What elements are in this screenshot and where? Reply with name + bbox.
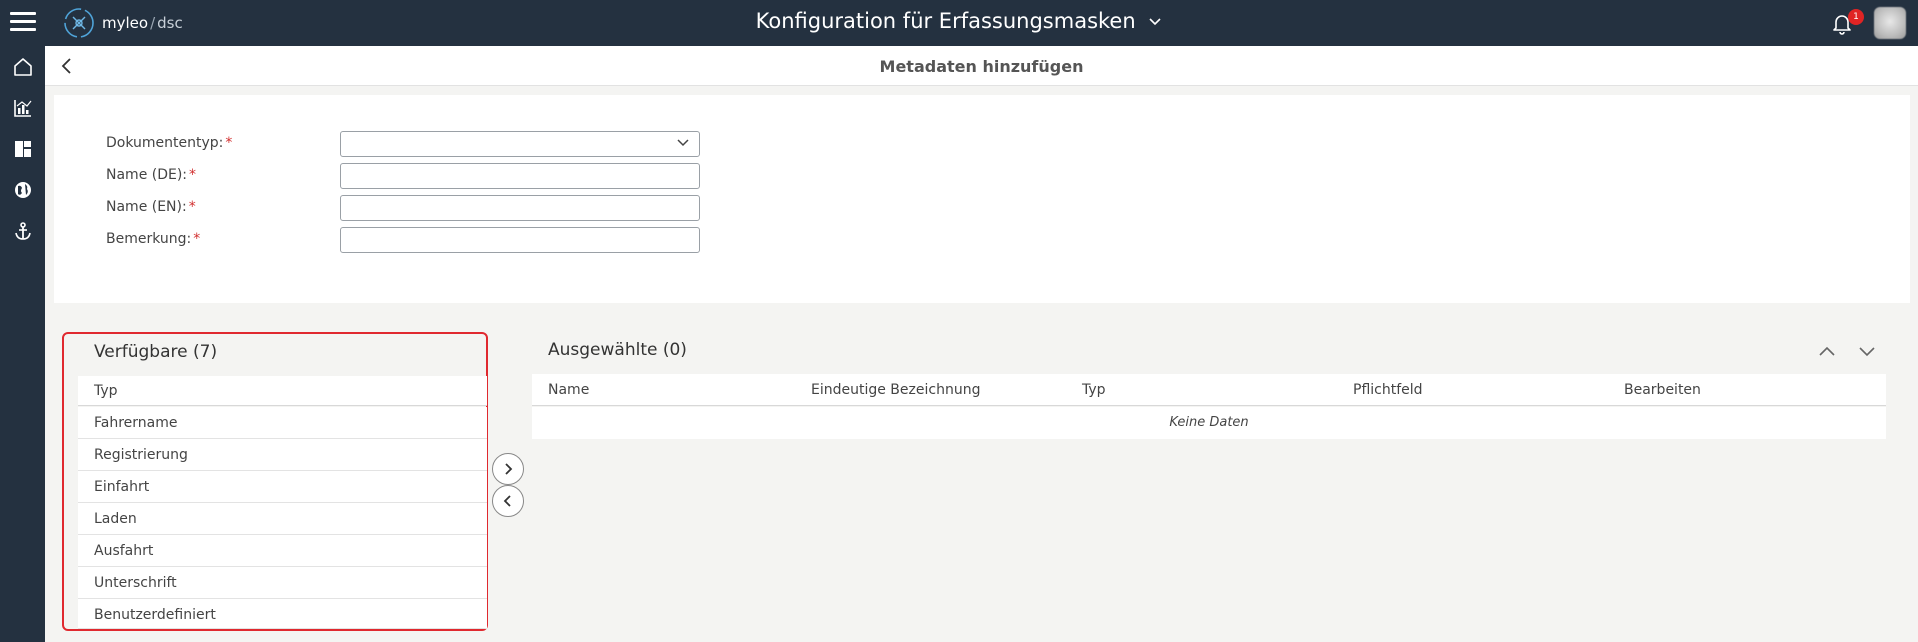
list-item-label: Fahrername bbox=[94, 415, 178, 431]
column-header-identifier[interactable]: Eindeutige Bezeichnung bbox=[811, 382, 980, 398]
list-item[interactable]: Fahrername bbox=[78, 407, 487, 439]
chevron-down-icon[interactable] bbox=[1856, 340, 1878, 362]
name-en-field[interactable] bbox=[340, 195, 700, 221]
chevron-left-icon bbox=[503, 495, 511, 507]
notification-badge: 1 bbox=[1848, 9, 1864, 25]
rail-item-anchor[interactable] bbox=[0, 213, 45, 249]
list-item-label: Benutzerdefiniert bbox=[94, 607, 216, 623]
list-item[interactable]: Registrierung bbox=[78, 439, 487, 471]
doctype-label: Dokumententyp: * bbox=[106, 135, 232, 151]
rail-item-dashboard[interactable] bbox=[0, 131, 45, 167]
subheader: Metadaten hinzufügen bbox=[45, 46, 1918, 86]
required-marker: * bbox=[188, 199, 196, 215]
form-row-name-de: Name (DE): * bbox=[106, 163, 706, 189]
list-item-label: Ausfahrt bbox=[94, 543, 154, 559]
move-left-button[interactable] bbox=[492, 485, 524, 517]
avatar[interactable] bbox=[1874, 7, 1906, 39]
name-de-label: Name (DE): * bbox=[106, 167, 196, 183]
rail-item-globe[interactable] bbox=[0, 172, 45, 208]
column-header-type[interactable]: Typ bbox=[1082, 382, 1106, 398]
form-row-remark: Bemerkung: * bbox=[106, 227, 706, 253]
metadata-form: Dokumententyp: * Name (DE): * Name (EN): * … bbox=[54, 95, 1910, 303]
list-item-label: Registrierung bbox=[94, 447, 188, 463]
home-icon bbox=[13, 58, 32, 76]
chevron-up-icon[interactable] bbox=[1816, 340, 1838, 362]
page-title: Metadaten hinzufügen bbox=[879, 57, 1084, 76]
top-bar: myleo / dsc Konfiguration für Erfassungsma… bbox=[0, 0, 1918, 46]
doctype-label-text: Dokumententyp: bbox=[106, 135, 224, 151]
list-item[interactable]: Benutzerdefiniert bbox=[78, 599, 487, 629]
chevron-down-icon bbox=[677, 139, 689, 147]
globe-icon bbox=[14, 182, 31, 198]
list-item-label: Einfahrt bbox=[94, 479, 150, 495]
app-title: Konfiguration für Erfassungsmasken bbox=[755, 9, 1136, 33]
doctype-select[interactable] bbox=[340, 131, 700, 157]
dashboard-icon bbox=[14, 141, 31, 157]
chevron-right-icon bbox=[505, 463, 513, 475]
column-type-label: Typ bbox=[94, 383, 118, 399]
column-header-required[interactable]: Pflichtfeld bbox=[1353, 382, 1423, 398]
empty-state: Keine Daten bbox=[532, 407, 1886, 439]
rail-item-home[interactable] bbox=[0, 49, 45, 85]
required-marker: * bbox=[189, 167, 197, 183]
list-item[interactable]: Ausfahrt bbox=[78, 535, 487, 567]
app-title-dropdown[interactable]: Konfiguration für Erfassungsmasken bbox=[0, 9, 1918, 33]
list-item-label: Unterschrift bbox=[94, 575, 177, 591]
selected-table-header: Name Eindeutige Bezeichnung Typ Pflichtf… bbox=[532, 374, 1886, 406]
anchor-icon bbox=[14, 222, 31, 240]
available-column-header[interactable]: Typ bbox=[78, 376, 487, 406]
name-en-label-text: Name (EN): bbox=[106, 199, 187, 215]
list-item[interactable]: Laden bbox=[78, 503, 487, 535]
remark-label: Bemerkung: * bbox=[106, 231, 200, 247]
column-header-edit[interactable]: Bearbeiten bbox=[1624, 382, 1701, 398]
chevron-down-icon bbox=[1149, 18, 1161, 26]
remark-field[interactable] bbox=[340, 227, 700, 253]
list-item[interactable]: Unterschrift bbox=[78, 567, 487, 599]
name-en-label: Name (EN): * bbox=[106, 199, 196, 215]
name-de-label-text: Name (DE): bbox=[106, 167, 188, 183]
move-right-button[interactable] bbox=[492, 453, 524, 485]
required-marker: * bbox=[225, 135, 233, 151]
remark-label-text: Bemerkung: bbox=[106, 231, 192, 247]
list-item[interactable]: Einfahrt bbox=[78, 471, 487, 503]
list-item-label: Laden bbox=[94, 511, 137, 527]
form-row-doctype: Dokumententyp: * bbox=[106, 131, 706, 157]
chart-icon bbox=[13, 100, 31, 117]
column-header-name[interactable]: Name bbox=[548, 382, 589, 398]
available-list: Fahrername Registrierung Einfahrt Laden … bbox=[78, 407, 487, 629]
form-row-name-en: Name (EN): * bbox=[106, 195, 706, 221]
name-de-field[interactable] bbox=[340, 163, 700, 189]
available-title: Verfügbare (7) bbox=[94, 342, 218, 362]
rail-item-chart[interactable] bbox=[0, 90, 45, 126]
required-marker: * bbox=[193, 231, 201, 247]
available-panel: Verfügbare (7) Typ Fahrername Registrier… bbox=[62, 332, 488, 631]
side-rail bbox=[0, 46, 45, 642]
selected-title: Ausgewählte (0) bbox=[548, 340, 687, 360]
